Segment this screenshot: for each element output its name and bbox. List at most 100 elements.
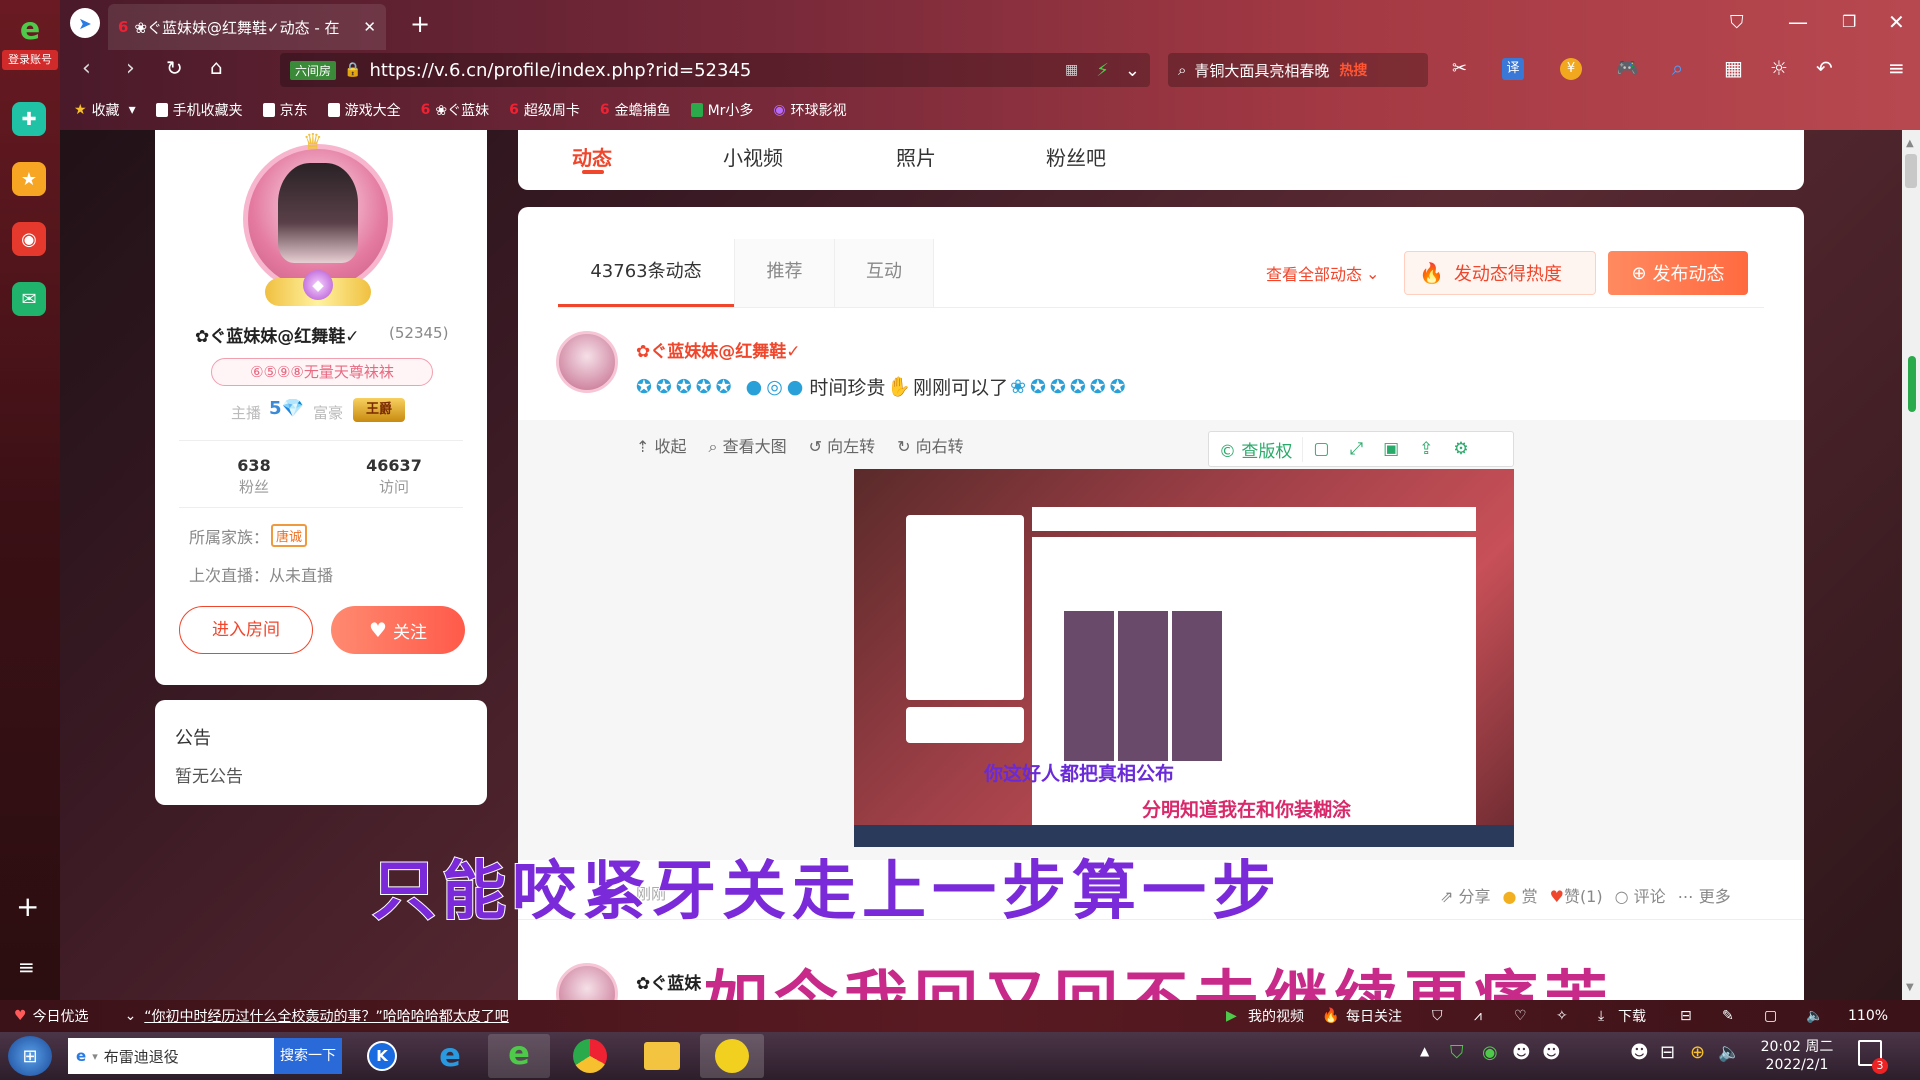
chevron-down-icon[interactable]: ⌄ (125, 1008, 137, 1024)
zoom-level[interactable]: 110% (1848, 1008, 1888, 1024)
tab-interaction[interactable]: 互动 (834, 239, 934, 307)
bookmark-lanmei[interactable]: 6 ❀ぐ蓝妹 (421, 100, 489, 120)
magnifier-icon[interactable]: ⌕ (1672, 56, 1683, 80)
tray-expand-icon[interactable]: ▲ (1420, 1044, 1429, 1058)
shield-icon[interactable]: ⛉ (1432, 1008, 1443, 1024)
url-field[interactable]: 六间房 🔒 https://v.6.cn/profile/index.php?r… (280, 53, 1150, 87)
ie-taskbar-icon[interactable]: e (420, 1036, 480, 1076)
tray-plus-icon[interactable]: ⊕ (1690, 1042, 1705, 1063)
scroll-down-icon[interactable]: ▼ (1906, 982, 1914, 993)
home-icon[interactable]: ⌂ (210, 55, 223, 79)
chrome-icon[interactable] (560, 1036, 620, 1076)
browser-taskbar-icon[interactable]: e (488, 1034, 550, 1078)
settings-icon[interactable]: ⚙ (1443, 439, 1478, 459)
tab-all-posts[interactable]: 43763条动态 (558, 239, 734, 307)
today-picks[interactable]: 今日优选 (33, 1006, 89, 1026)
brightness-icon[interactable]: ☼ (1770, 56, 1788, 80)
tab-fan-forum[interactable]: 粉丝吧 (1046, 142, 1106, 171)
tab-short-video[interactable]: 小视频 (723, 142, 783, 171)
expand-icon[interactable]: ⤢ (1339, 439, 1373, 459)
translate-button[interactable]: 译 (1502, 58, 1524, 80)
add-icon[interactable]: + (16, 890, 39, 923)
volume-icon[interactable]: 🔈 (1806, 1008, 1823, 1024)
bookmark-favorites[interactable]: ★ 收藏 ▾ (74, 100, 136, 120)
heat-button[interactable]: 🔥 发动态得热度 (1404, 251, 1596, 295)
chevron-down-icon[interactable]: ⌄ (1125, 60, 1140, 81)
edit-icon[interactable]: ✎ (1722, 1008, 1734, 1024)
view-large-button[interactable]: ⌕ 查看大图 (709, 433, 787, 457)
tray-shield-icon[interactable]: ⛉ (1450, 1042, 1464, 1063)
box-icon[interactable]: ▢ (1764, 1008, 1777, 1024)
rotate-left-button[interactable]: ↺ 向左转 (809, 433, 876, 457)
second-post-author[interactable]: ✿ぐ蓝妹 (636, 969, 701, 994)
page-scrollbar[interactable]: ▲ ▼ (1902, 130, 1920, 1000)
bookmark-weekly[interactable]: 6 超级周卡 (509, 100, 580, 120)
family-badge[interactable]: 唐诚 (271, 524, 308, 547)
scroll-up-icon[interactable]: ▲ (1906, 138, 1914, 149)
enter-room-button[interactable]: 进入房间 (179, 606, 313, 654)
minimize-icon[interactable]: — (1788, 10, 1808, 34)
bookmark-mobile[interactable]: 手机收藏夹 (155, 100, 243, 120)
mail-icon[interactable]: ✉ (12, 282, 46, 316)
scroll-thumb[interactable] (1905, 154, 1917, 188)
gamepad-icon[interactable]: 🎮 (1616, 58, 1638, 79)
navigation-icon[interactable]: ➤ (70, 8, 100, 38)
reward-button[interactable]: ● 赏 (1503, 883, 1538, 907)
main-menu-icon[interactable]: ≡ (1888, 56, 1905, 80)
ie-search-box[interactable]: e ▾ 布雷迪退役 (68, 1038, 274, 1074)
chart-icon[interactable]: ⩘ (1474, 1008, 1482, 1024)
window-icon[interactable]: ⊟ (1680, 1008, 1692, 1024)
bookmark-mrxiaoduo[interactable]: Mr小多 (690, 100, 753, 120)
tab-dynamic[interactable]: 动态 (572, 142, 612, 171)
undo-icon[interactable]: ↶ (1816, 56, 1833, 80)
news-link[interactable]: “你初中时经历过什么全校轰动的事？”哈哈哈哈都太皮了吧 (144, 1006, 509, 1026)
publish-button[interactable]: ⊕ 发布动态 (1608, 251, 1748, 295)
rotate-right-button[interactable]: ↻ 向右转 (897, 433, 964, 457)
copyright-button[interactable]: © 查版权 (1209, 436, 1304, 462)
bookmark-jd[interactable]: 京东 (262, 100, 308, 120)
bookmark-fishing[interactable]: 6 金蟾捕鱼 (600, 100, 671, 120)
bolt-icon[interactable]: ⚡ (1096, 60, 1109, 81)
search-go-button[interactable]: 搜索一下 (274, 1038, 342, 1074)
post-avatar[interactable] (556, 331, 618, 393)
follow-button[interactable]: ♥ 关注 (331, 606, 465, 654)
search-input[interactable]: ⌕ 青铜大面具亮相春晚 热搜 (1168, 53, 1428, 87)
clean-icon[interactable]: ✧ (1556, 1008, 1568, 1024)
tray-qq3-icon[interactable]: ☻ (1630, 1042, 1649, 1063)
menu-icon[interactable]: ≡ (18, 955, 35, 979)
share-icon[interactable]: ⇪ (1409, 439, 1443, 459)
star-icon[interactable]: ★ (12, 162, 46, 196)
new-tab-icon[interactable]: + (410, 10, 430, 38)
daily-follow-link[interactable]: 每日关注 (1346, 1006, 1402, 1026)
coin-icon[interactable]: ¥ (1560, 58, 1582, 80)
restore-icon[interactable]: ❐ (1842, 12, 1856, 31)
tray-volume-icon[interactable]: 🔈 (1718, 1042, 1740, 1063)
pulse-icon[interactable]: ♡ (1514, 1008, 1527, 1024)
tray-browser-icon[interactable]: ◉ (1482, 1042, 1498, 1063)
tray-network-icon[interactable]: ⊟ (1660, 1042, 1675, 1063)
my-video-link[interactable]: 我的视频 (1248, 1006, 1304, 1026)
post-author[interactable]: ✿ぐ蓝妹妹@红舞鞋✓ (636, 337, 801, 362)
view-all-dropdown[interactable]: 查看全部动态 ⌄ (1266, 261, 1379, 285)
frame-icon[interactable]: ▢ (1303, 439, 1339, 459)
weibo-icon[interactable]: ◉ (12, 222, 46, 256)
plus-circle-icon[interactable]: ✚ (12, 102, 46, 136)
start-icon[interactable]: ⊞ (8, 1036, 52, 1076)
collapse-button[interactable]: ⇡ 收起 (636, 433, 687, 457)
more-button[interactable]: ⋯ 更多 (1678, 883, 1731, 907)
player-app-icon[interactable] (700, 1034, 764, 1078)
fans-count[interactable]: 638 (231, 456, 277, 475)
like-button[interactable]: ♥赞(1) (1550, 883, 1603, 907)
tab-photos[interactable]: 照片 (896, 142, 936, 171)
share-button[interactable]: ⇗ 分享 (1440, 883, 1491, 907)
k-app-icon[interactable]: K (352, 1036, 412, 1076)
active-tab[interactable]: 6 ❀ぐ蓝妹妹@红舞鞋✓动态 - 在 ✕ (108, 4, 386, 50)
folder-icon[interactable] (632, 1036, 692, 1076)
forward-icon[interactable]: › (126, 56, 135, 81)
bookmark-global-video[interactable]: ◉ 环球影视 (773, 100, 846, 120)
side-progress-handle[interactable] (1908, 356, 1916, 412)
download-link[interactable]: 下载 (1618, 1006, 1646, 1026)
tab-recommended[interactable]: 推荐 (734, 239, 834, 307)
save-icon[interactable]: ▣ (1373, 439, 1409, 459)
refresh-icon[interactable]: ↻ (166, 56, 183, 80)
